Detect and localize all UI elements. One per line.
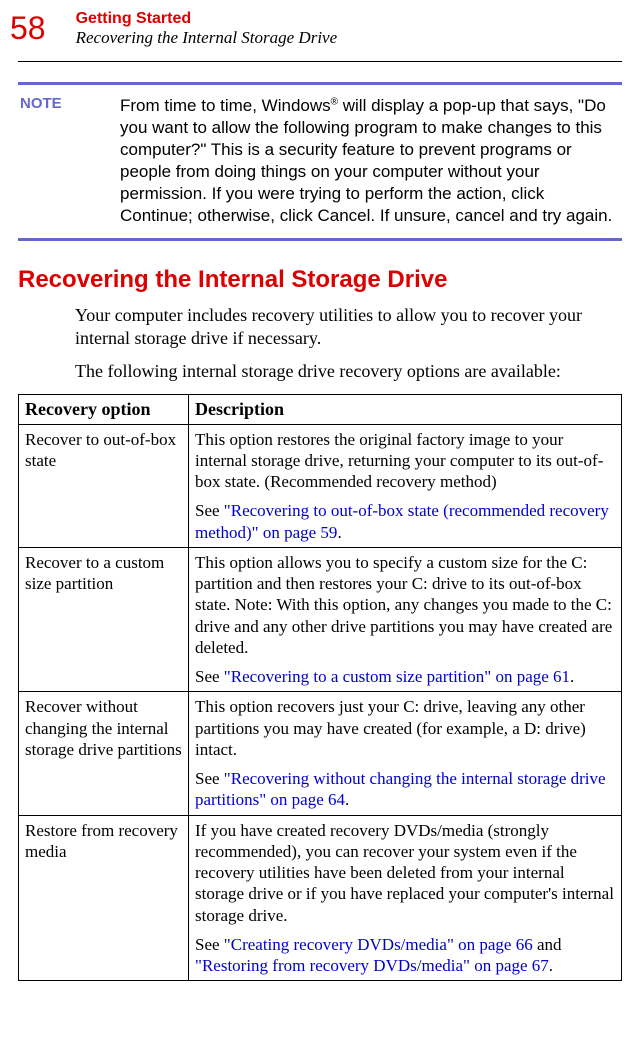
recovery-options-table: Recovery option Description Recover to o… xyxy=(18,394,622,982)
description-cell: This option allows you to specify a cust… xyxy=(189,547,622,692)
description-cell: This option recovers just your C: drive,… xyxy=(189,692,622,815)
see-reference: See "Recovering without changing the int… xyxy=(195,768,615,811)
option-cell: Recover without changing the internal st… xyxy=(19,692,189,815)
see-reference: See "Creating recovery DVDs/media" on pa… xyxy=(195,934,615,977)
table-row: Recover to a custom size partition This … xyxy=(19,547,622,692)
header-text: Getting Started Recovering the Internal … xyxy=(76,10,620,48)
option-cell: Recover to out-of-box state xyxy=(19,424,189,547)
table-header-row: Recovery option Description xyxy=(19,394,622,424)
cross-reference-link[interactable]: "Recovering to out-of-box state (recomme… xyxy=(195,501,609,541)
registered-mark: ® xyxy=(331,96,338,107)
description-text: If you have created recovery DVDs/media … xyxy=(195,820,615,926)
cross-reference-link[interactable]: "Restoring from recovery DVDs/media" on … xyxy=(195,956,549,975)
page-header: 58 Getting Started Recovering the Intern… xyxy=(0,0,640,53)
see-reference: See "Recovering to a custom size partiti… xyxy=(195,666,615,687)
table-row: Restore from recovery media If you have … xyxy=(19,815,622,981)
see-text: See xyxy=(195,667,224,686)
option-cell: Recover to a custom size partition xyxy=(19,547,189,692)
see-text: See xyxy=(195,501,224,520)
section-subtitle: Recovering the Internal Storage Drive xyxy=(76,28,620,48)
description-text: This option recovers just your C: drive,… xyxy=(195,696,615,760)
see-reference: See "Recovering to out-of-box state (rec… xyxy=(195,500,615,543)
header-rule xyxy=(18,61,622,62)
note-bottom-rule xyxy=(18,238,622,241)
note-label: NOTE xyxy=(20,95,120,228)
description-cell: This option restores the original factor… xyxy=(189,424,622,547)
page-number: 58 xyxy=(10,10,46,47)
note-body: From time to time, Windows® will display… xyxy=(120,95,620,228)
see-text: See xyxy=(195,769,224,788)
table-row: Recover to out-of-box state This option … xyxy=(19,424,622,547)
note-block: NOTE From time to time, Windows® will di… xyxy=(0,85,640,228)
period: . xyxy=(549,956,553,975)
cross-reference-link[interactable]: "Recovering without changing the interna… xyxy=(195,769,606,809)
description-cell: If you have created recovery DVDs/media … xyxy=(189,815,622,981)
section-heading: Recovering the Internal Storage Drive xyxy=(18,266,622,294)
table-row: Recover without changing the internal st… xyxy=(19,692,622,815)
chapter-title: Getting Started xyxy=(76,10,620,28)
option-cell: Restore from recovery media xyxy=(19,815,189,981)
intro-paragraph-2: The following internal storage drive rec… xyxy=(75,360,622,383)
intro-paragraph-1: Your computer includes recovery utilitie… xyxy=(75,304,622,351)
header-description: Description xyxy=(189,394,622,424)
see-text: See xyxy=(195,935,224,954)
period: . xyxy=(337,523,341,542)
description-text: This option restores the original factor… xyxy=(195,429,615,493)
cross-reference-link[interactable]: "Recovering to a custom size partition" … xyxy=(224,667,570,686)
cross-reference-link[interactable]: "Creating recovery DVDs/media" on page 6… xyxy=(224,935,533,954)
period: . xyxy=(345,790,349,809)
description-text: This option allows you to specify a cust… xyxy=(195,552,615,658)
note-text-after: will display a pop-up that says, "Do you… xyxy=(120,96,612,225)
period: . xyxy=(570,667,574,686)
note-text-before: From time to time, Windows xyxy=(120,96,331,115)
and-text: and xyxy=(533,935,562,954)
header-recovery-option: Recovery option xyxy=(19,394,189,424)
